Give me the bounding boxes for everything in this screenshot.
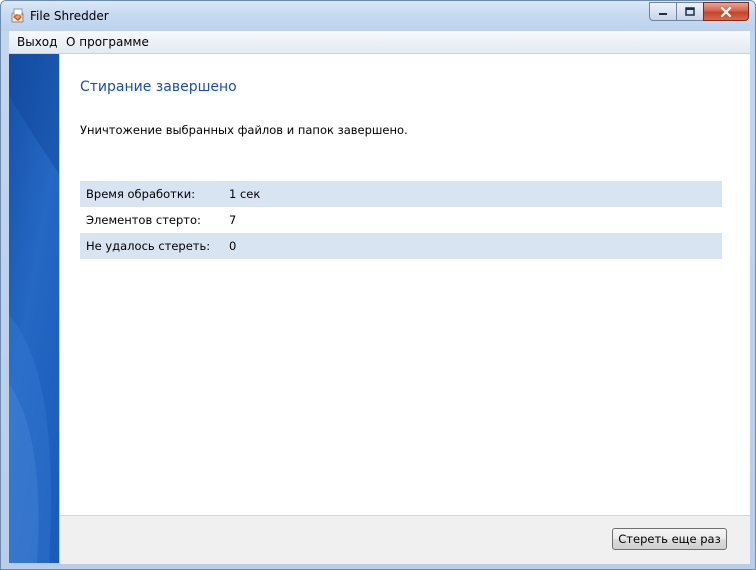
- title-bar[interactable]: File Shredder: [1, 1, 755, 31]
- close-icon: [720, 2, 732, 21]
- footer-bar: Стереть еще раз: [60, 515, 750, 564]
- sidebar-swoosh: [9, 54, 59, 563]
- maximize-button[interactable]: [676, 2, 703, 21]
- stats-table: Время обработки: 1 сек Элементов стерто:…: [80, 181, 722, 259]
- menu-item-exit[interactable]: Выход: [15, 34, 59, 50]
- app-window: File Shredder Выход О программе Стирание…: [0, 0, 756, 570]
- stat-row-items-erased: Элементов стерто: 7: [80, 207, 722, 233]
- menu-bar: Выход О программе: [9, 31, 750, 54]
- stat-value: 1 сек: [229, 187, 261, 201]
- window-title: File Shredder: [30, 9, 109, 23]
- stat-label: Не удалось стереть:: [86, 239, 211, 253]
- page-title: Стирание завершено: [80, 79, 237, 95]
- app-icon[interactable]: [10, 8, 26, 24]
- minimize-button[interactable]: [649, 2, 676, 21]
- sidebar-banner: [9, 54, 59, 563]
- status-message: Уничтожение выбранных файлов и папок зав…: [80, 123, 408, 137]
- stat-row-failed: Не удалось стереть: 0: [80, 233, 722, 259]
- erase-again-button[interactable]: Стереть еще раз: [612, 528, 727, 550]
- menu-item-about[interactable]: О программе: [64, 34, 151, 50]
- main-panel: Стирание завершено Уничтожение выбранных…: [60, 54, 750, 515]
- close-button[interactable]: [703, 2, 749, 21]
- maximize-icon: [685, 2, 695, 21]
- minimize-icon: [658, 2, 668, 21]
- stat-label: Элементов стерто:: [86, 213, 201, 227]
- stat-value: 7: [229, 213, 237, 227]
- stat-value: 0: [229, 239, 237, 253]
- stat-label: Время обработки:: [86, 187, 196, 201]
- stat-row-processing-time: Время обработки: 1 сек: [80, 181, 722, 207]
- window-controls: [649, 2, 749, 21]
